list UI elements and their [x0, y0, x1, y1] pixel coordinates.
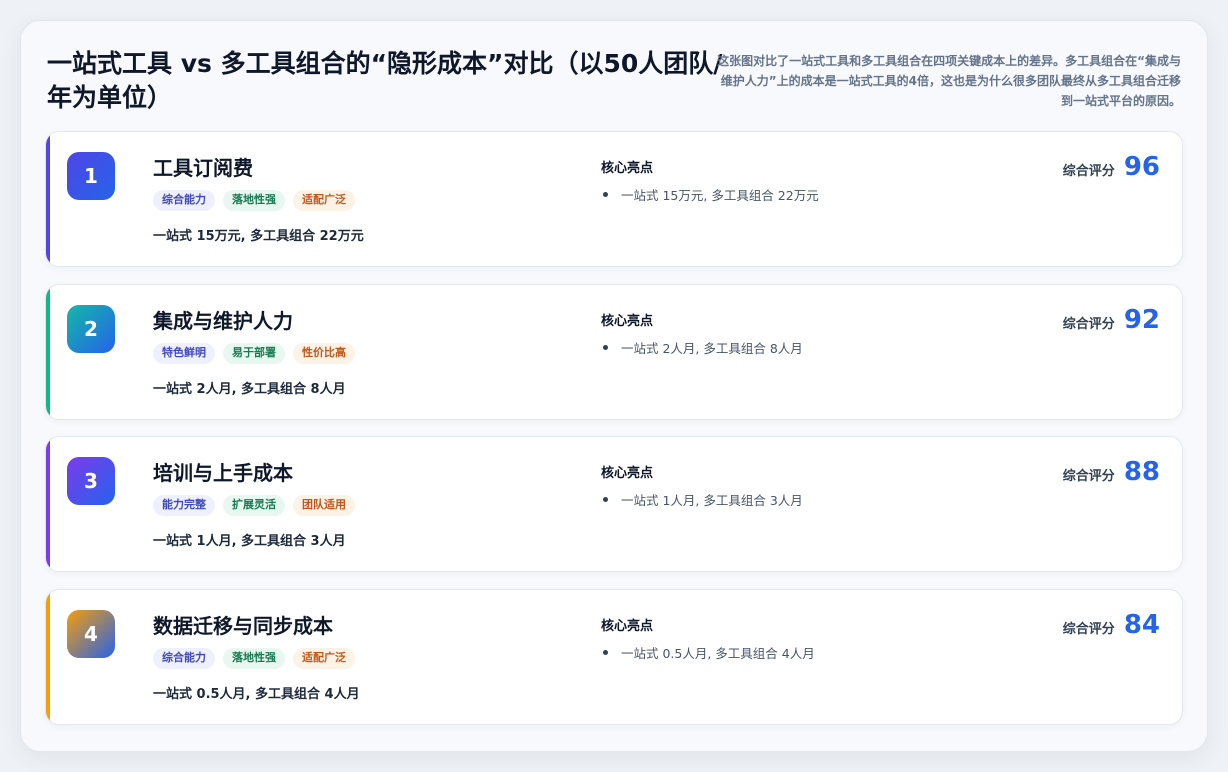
tag-list: 综合能力 落地性强 适配广泛	[153, 190, 355, 211]
score-value: 88	[1123, 457, 1160, 487]
tag: 团队适用	[293, 495, 355, 516]
rank-badge: 3	[67, 457, 115, 505]
rank-badge: 4	[67, 610, 115, 658]
score-block: 综合评分 92	[1063, 305, 1160, 335]
tag-list: 综合能力 落地性强 适配广泛	[153, 648, 355, 669]
card-accent-bar	[46, 285, 50, 419]
tag-list: 能力完整 扩展灵活 团队适用	[153, 495, 355, 516]
score-value: 84	[1123, 610, 1160, 640]
bullet-icon	[603, 345, 608, 350]
card-summary: 一站式 15万元, 多工具组合 22万元	[153, 229, 364, 244]
tag: 能力完整	[153, 495, 215, 516]
score-label: 综合评分	[1062, 317, 1115, 332]
tag: 扩展灵活	[223, 495, 285, 516]
highlight-text: 一站式 15万元, 多工具组合 22万元	[621, 188, 819, 203]
highlight-heading: 核心亮点	[601, 619, 654, 634]
score-label: 综合评分	[1062, 469, 1115, 484]
highlight-item: 一站式 15万元, 多工具组合 22万元	[601, 185, 819, 204]
rank-badge: 2	[67, 305, 115, 353]
card-title: 数据迁移与同步成本	[153, 614, 333, 638]
highlight-heading: 核心亮点	[601, 314, 654, 329]
highlight-text: 一站式 0.5人月, 多工具组合 4人月	[621, 646, 815, 661]
card-summary: 一站式 2人月, 多工具组合 8人月	[153, 382, 346, 397]
score-block: 综合评分 84	[1063, 610, 1160, 640]
tag: 综合能力	[153, 190, 215, 211]
card-accent-bar	[46, 590, 50, 724]
cost-card-3: 3 培训与上手成本 能力完整 扩展灵活 团队适用 一站式 1人月, 多工具组合 …	[45, 436, 1183, 572]
score-value: 96	[1123, 152, 1160, 182]
panel-header: 一站式工具 vs 多工具组合的“隐形成本”对比（以50人团队/年为单位） 这张图…	[47, 45, 1183, 115]
tag: 落地性强	[223, 190, 285, 211]
tag: 适配广泛	[293, 190, 355, 211]
tag-list: 特色鲜明 易于部署 性价比高	[153, 343, 355, 364]
card-summary: 一站式 0.5人月, 多工具组合 4人月	[153, 687, 360, 702]
highlight-heading: 核心亮点	[601, 466, 654, 481]
comparison-panel: 一站式工具 vs 多工具组合的“隐形成本”对比（以50人团队/年为单位） 这张图…	[20, 20, 1208, 752]
cost-card-4: 4 数据迁移与同步成本 综合能力 落地性强 适配广泛 一站式 0.5人月, 多工…	[45, 589, 1183, 725]
page-description: 这张图对比了一站式工具和多工具组合在四项关键成本上的差异。多工具组合在“集成与维…	[717, 54, 1181, 108]
card-title: 集成与维护人力	[153, 309, 293, 333]
tag: 综合能力	[153, 648, 215, 669]
highlight-heading: 核心亮点	[601, 161, 654, 176]
page-title: 一站式工具 vs 多工具组合的“隐形成本”对比（以50人团队/年为单位）	[47, 49, 723, 112]
tag: 性价比高	[293, 343, 355, 364]
tag: 特色鲜明	[153, 343, 215, 364]
score-value: 92	[1123, 305, 1160, 335]
score-label: 综合评分	[1062, 622, 1115, 637]
bullet-icon	[603, 650, 608, 655]
highlight-item: 一站式 1人月, 多工具组合 3人月	[601, 490, 803, 509]
rank-badge: 1	[67, 152, 115, 200]
card-title: 培训与上手成本	[153, 461, 293, 485]
bullet-icon	[603, 192, 608, 197]
highlight-text: 一站式 1人月, 多工具组合 3人月	[621, 493, 803, 508]
highlight-text: 一站式 2人月, 多工具组合 8人月	[621, 341, 803, 356]
card-title: 工具订阅费	[153, 156, 253, 180]
score-block: 综合评分 96	[1063, 152, 1160, 182]
card-accent-bar	[46, 132, 50, 266]
bullet-icon	[603, 497, 608, 502]
cost-card-2: 2 集成与维护人力 特色鲜明 易于部署 性价比高 一站式 2人月, 多工具组合 …	[45, 284, 1183, 420]
cost-card-1: 1 工具订阅费 综合能力 落地性强 适配广泛 一站式 15万元, 多工具组合 2…	[45, 131, 1183, 267]
tag: 易于部署	[223, 343, 285, 364]
tag: 落地性强	[223, 648, 285, 669]
card-summary: 一站式 1人月, 多工具组合 3人月	[153, 534, 346, 549]
card-accent-bar	[46, 437, 50, 571]
tag: 适配广泛	[293, 648, 355, 669]
highlight-item: 一站式 2人月, 多工具组合 8人月	[601, 338, 803, 357]
score-label: 综合评分	[1062, 164, 1115, 179]
highlight-item: 一站式 0.5人月, 多工具组合 4人月	[601, 643, 815, 662]
score-block: 综合评分 88	[1063, 457, 1160, 487]
